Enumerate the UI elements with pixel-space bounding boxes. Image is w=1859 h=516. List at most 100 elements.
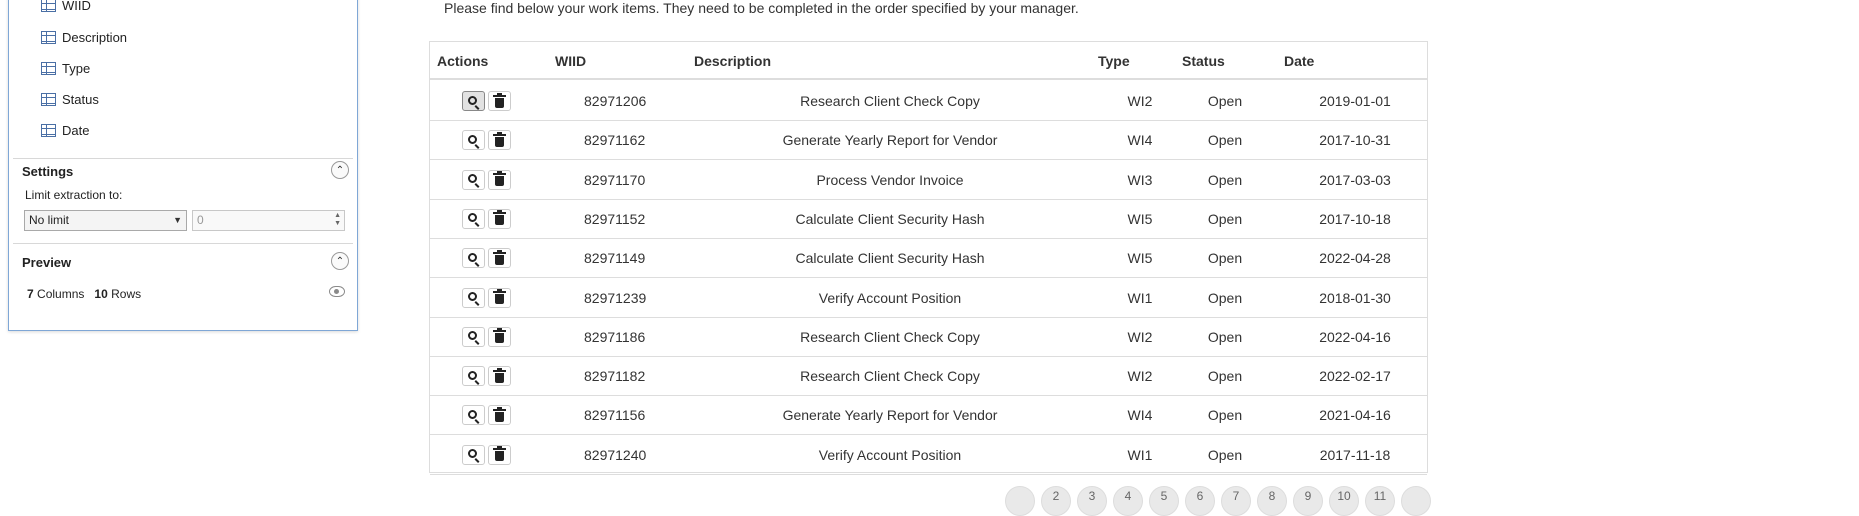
preview-rows-word: Rows [111, 287, 142, 301]
preview-collapse-button[interactable]: ⌃ [331, 252, 349, 270]
trash-icon [493, 289, 506, 304]
preview-columns-count: 7 [27, 287, 34, 301]
page-button[interactable] [1005, 486, 1035, 516]
table-column-icon [41, 123, 56, 137]
table-column-icon [41, 92, 56, 106]
header-wiid: WIID [555, 53, 587, 69]
header-actions: Actions [437, 53, 489, 69]
limit-number-value: 0 [197, 213, 204, 227]
cell-wiid: 82971206 [584, 93, 647, 109]
cell-type: WI5 [1127, 250, 1153, 267]
cell-wiid: 82971239 [584, 289, 647, 306]
preview-rows-count: 10 [94, 287, 108, 301]
page-button[interactable]: 9 [1293, 486, 1323, 516]
cell-status: Open [1207, 446, 1243, 463]
cell-description: Research Client Check Copy [800, 328, 980, 345]
settings-title: Settings [22, 164, 74, 179]
cell-description: Research Client Check Copy [800, 93, 980, 109]
cell-date: 2019-01-01 [1319, 93, 1391, 109]
search-icon [468, 409, 477, 419]
cell-wiid: 82971182 [584, 368, 646, 385]
delete-button[interactable] [488, 444, 511, 465]
cell-status: Open [1207, 407, 1243, 424]
header-type: Type [1098, 53, 1130, 69]
column-item-type[interactable]: Type [41, 59, 90, 77]
cell-date: 2022-04-28 [1319, 250, 1391, 267]
search-icon [468, 292, 477, 301]
column-item-status[interactable]: Status [41, 90, 99, 108]
eye-icon[interactable] [329, 286, 345, 297]
delete-button[interactable] [488, 91, 511, 111]
page-button[interactable]: 11 [1365, 486, 1395, 516]
column-item-description[interactable]: Description [41, 28, 127, 46]
page-button[interactable]: 2 [1041, 486, 1071, 516]
cell-wiid: 82971156 [584, 407, 646, 424]
view-button[interactable] [462, 326, 485, 347]
cell-type: WI4 [1127, 132, 1153, 149]
header-date: Date [1284, 53, 1315, 69]
page-button[interactable]: 3 [1077, 486, 1107, 516]
cell-wiid: 82971152 [584, 210, 646, 227]
view-button[interactable] [462, 91, 485, 111]
caret-down-icon: ▼ [173, 215, 182, 225]
cell-description: Calculate Client Security Hash [795, 210, 985, 227]
cell-status: Open [1207, 171, 1243, 188]
section-divider [13, 243, 353, 244]
cell-status: Open [1207, 250, 1243, 267]
column-item-label: Description [62, 29, 128, 45]
delete-button[interactable] [488, 287, 511, 308]
cell-description: Calculate Client Security Hash [795, 250, 985, 267]
cell-date: 2022-02-17 [1319, 368, 1391, 385]
section-divider [13, 158, 353, 159]
delete-button[interactable] [488, 326, 511, 347]
view-button[interactable] [462, 130, 485, 151]
page-button[interactable]: 10 [1329, 486, 1359, 516]
limit-number-input[interactable]: 0 ▲ ▼ [192, 210, 345, 231]
header-status: Status [1182, 53, 1225, 69]
cell-status: Open [1207, 289, 1243, 306]
cell-description: Generate Yearly Report for Vendor [782, 132, 998, 149]
cell-type: WI4 [1127, 407, 1153, 424]
view-button[interactable] [462, 248, 485, 269]
cell-status: Open [1207, 210, 1243, 227]
column-item-label: Type [62, 60, 91, 76]
table-row: 82971239 Verify Account Position WI1 Open 20… [430, 279, 1427, 318]
search-icon [468, 95, 477, 105]
spinner-arrows-icon[interactable]: ▲ ▼ [334, 212, 341, 228]
delete-button[interactable] [488, 405, 511, 426]
table-row: 82971152 Calculate Client Security Hash WI… [430, 200, 1427, 239]
view-button[interactable] [462, 287, 485, 308]
limit-select[interactable]: No limit ▼ [24, 210, 187, 231]
page-button[interactable]: 6 [1185, 486, 1215, 516]
delete-button[interactable] [488, 169, 511, 190]
column-item-date[interactable]: Date [41, 121, 89, 139]
cell-date: 2021-04-16 [1319, 407, 1391, 424]
view-button[interactable] [462, 208, 485, 229]
column-item-wiid[interactable]: WIID [41, 0, 91, 14]
limit-extraction-label: Limit extraction to: [25, 188, 123, 202]
view-button[interactable] [462, 405, 485, 426]
cell-description: Generate Yearly Report for Vendor [782, 407, 998, 424]
view-button[interactable] [462, 366, 485, 387]
preview-columns-word: Columns [37, 287, 85, 301]
delete-button[interactable] [488, 130, 511, 151]
cell-description: Research Client Check Copy [800, 368, 980, 385]
delete-button[interactable] [488, 366, 511, 387]
page-button[interactable]: 5 [1149, 486, 1179, 516]
search-icon [468, 134, 477, 144]
column-item-label: Date [62, 122, 90, 138]
trash-icon [493, 446, 506, 462]
table-row: 82971170 Process Vendor Invoice WI3 Open 201… [430, 161, 1427, 200]
view-button[interactable] [462, 444, 485, 465]
settings-collapse-button[interactable]: ⌃ [331, 161, 349, 179]
page-button[interactable] [1401, 486, 1431, 516]
delete-button[interactable] [488, 208, 511, 229]
trash-icon [493, 171, 506, 187]
view-button[interactable] [462, 169, 485, 190]
cell-description: Process Vendor Invoice [816, 171, 964, 188]
page-button[interactable]: 7 [1221, 486, 1251, 516]
page-button[interactable]: 8 [1257, 486, 1287, 516]
intro-text: Please find below your work items. They … [444, 0, 1079, 16]
delete-button[interactable] [488, 248, 511, 269]
page-button[interactable]: 4 [1113, 486, 1143, 516]
